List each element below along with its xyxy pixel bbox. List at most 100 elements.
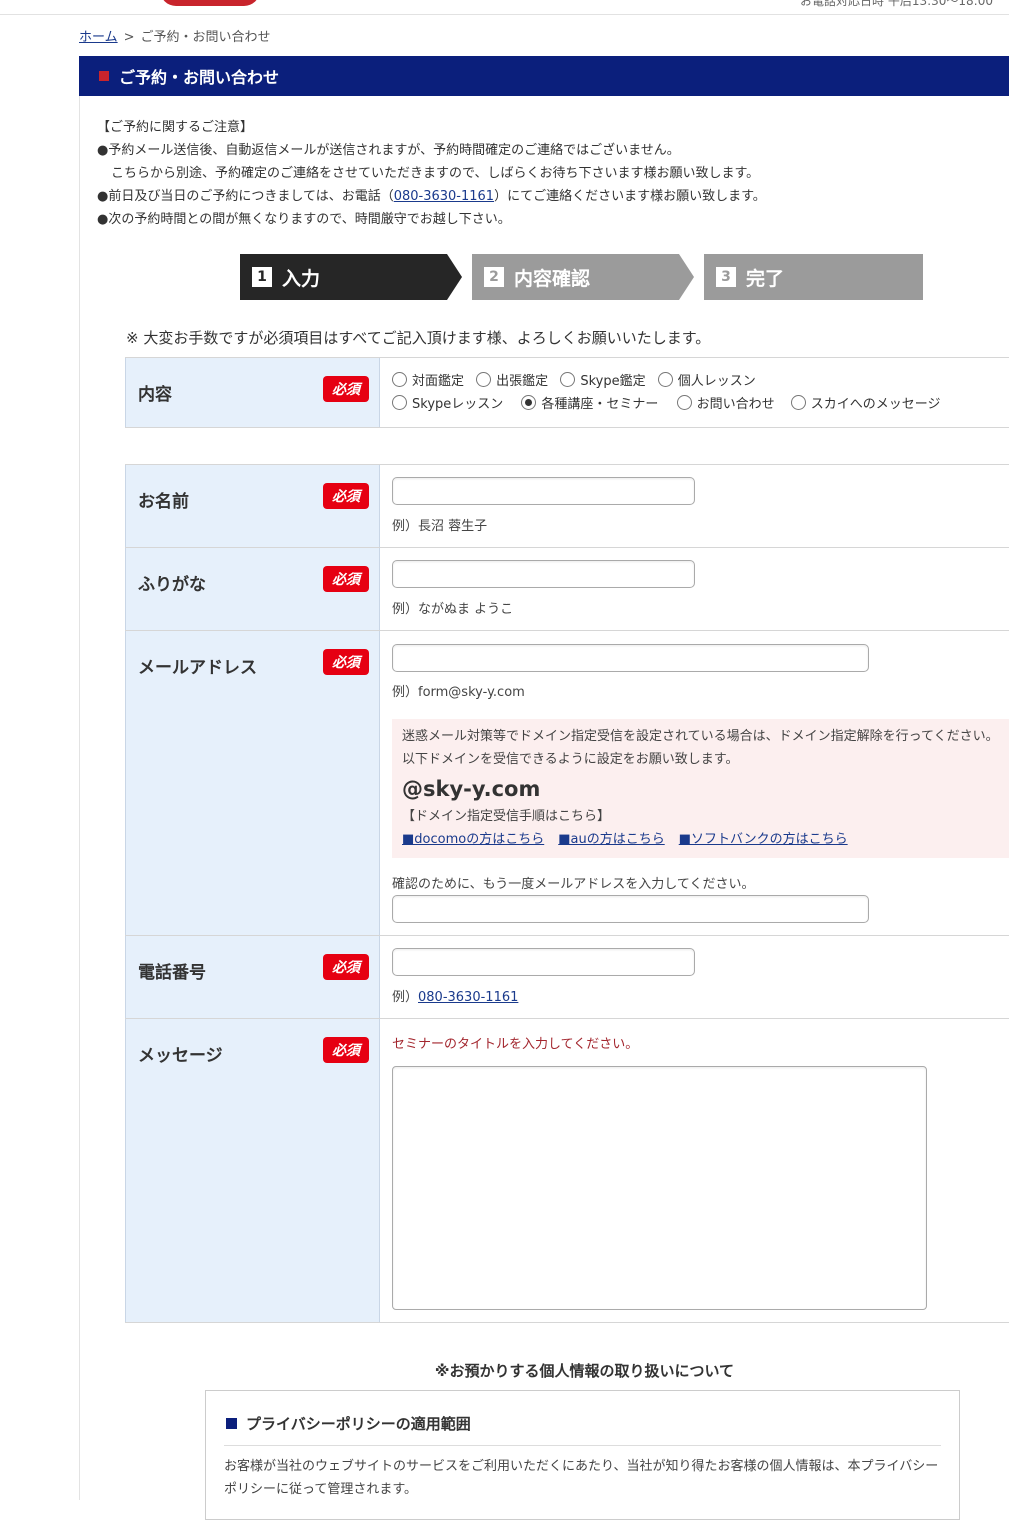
radio-button[interactable] — [392, 372, 407, 387]
privacy-box-title-row: プライバシーポリシーの適用範囲 — [226, 1413, 471, 1434]
field-label-cell: メールアドレス 必須 — [125, 631, 380, 935]
radio-option-skype-lesson[interactable]: Skypeレッスン — [392, 393, 503, 412]
phone-example: 例）080-3630-1161 — [392, 990, 519, 1005]
name-example: 例）長沼 蓉生子 — [392, 519, 488, 534]
required-badge: 必須 — [323, 483, 369, 509]
email-label: メールアドレス — [138, 658, 257, 678]
message-label: メッセージ — [138, 1046, 223, 1066]
radio-button[interactable] — [392, 395, 407, 410]
content-type-label: 内容 — [138, 385, 172, 405]
page-title-bar: ご予約・お問い合わせ — [79, 56, 1009, 96]
message-row: メッセージ 必須 セミナーのタイトルを入力してください。 — [125, 1018, 1009, 1323]
radio-option-seminar[interactable]: 各種講座・セミナー — [521, 393, 658, 412]
radio-button-selected[interactable] — [521, 395, 537, 410]
notice-line-2: こちらから別途、予約確定のご連絡をさせていただきますので、しばらくお待ち下さいま… — [111, 166, 760, 181]
radio-option-visit-reading[interactable]: 出張鑑定 — [476, 370, 548, 389]
email-row: メールアドレス 必須 例）form@sky-y.com 迷惑メール対策等でドメイ… — [125, 630, 1009, 936]
email-example: 例）form@sky-y.com — [392, 685, 525, 700]
content-type-row: 内容 必須 対面鑑定 出張鑑定 Skype鑑定 個人レッスン Skypeレッスン… — [125, 357, 1009, 428]
notice-heading: 【ご予約に関するご注意】 — [97, 120, 254, 135]
field-label-cell: 電話番号 必須 — [125, 936, 380, 1018]
name-input[interactable] — [392, 477, 695, 505]
softbank-link[interactable]: ■ソフトバンクの方はこちら — [679, 832, 848, 847]
name-label: お名前 — [138, 492, 189, 512]
email-field-cell: 例）form@sky-y.com 迷惑メール対策等でドメイン指定受信を設定されて… — [380, 631, 1009, 935]
email-confirm-label: 確認のために、もう一度メールアドレスを入力してください。 — [392, 877, 755, 892]
message-textarea[interactable] — [392, 1066, 927, 1310]
radio-button[interactable] — [790, 395, 806, 410]
radio-button[interactable] — [476, 372, 492, 387]
carrier-links: ■docomoの方はこちら ■auの方はこちら ■ソフトバンクの方はこちら — [402, 828, 1000, 851]
progress-steps: 1 入力 2 内容確認 3 完了 — [240, 254, 940, 300]
privacy-box-text: お客様が当社のウェブサイトのサービスをご利用いただくにあたり、当社が知り得たお客… — [224, 1459, 939, 1497]
phone-row: 電話番号 必須 例）080-3630-1161 — [125, 935, 1009, 1019]
title-square-icon — [99, 71, 109, 81]
privacy-heading: ※お預かりする個人情報の取り扱いについて — [434, 1362, 735, 1380]
page-title: ご予約・お問い合わせ — [119, 68, 280, 87]
step-number: 1 — [252, 267, 272, 287]
radio-option-face-reading[interactable]: 対面鑑定 — [392, 370, 464, 389]
required-fields-note: ※ 大変お手数ですが必須項目はすべてご記入頂けます様、よろしくお願いいたします。 — [126, 329, 711, 347]
square-bullet-icon — [226, 1418, 237, 1429]
radio-button[interactable] — [657, 372, 673, 387]
required-badge: 必須 — [323, 376, 369, 402]
required-badge: 必須 — [323, 566, 369, 592]
reservation-notice: 【ご予約に関するご注意】 ●予約メール送信後、自動返信メールが送信されますが、予… — [97, 116, 766, 231]
radio-option-skype-reading[interactable]: Skype鑑定 — [560, 370, 646, 389]
step-complete: 3 完了 — [704, 254, 923, 300]
phone-label: 電話番号 — [138, 963, 206, 983]
logo-fragment — [160, 0, 260, 6]
phone-input[interactable] — [392, 948, 695, 976]
breadcrumb-home-link[interactable]: ホーム — [79, 30, 118, 45]
radio-button[interactable] — [676, 395, 692, 410]
field-label-cell: メッセージ 必須 — [125, 1019, 380, 1322]
email-confirm-input[interactable] — [392, 895, 869, 923]
field-label-cell: ふりがな 必須 — [125, 548, 380, 630]
required-badge: 必須 — [323, 954, 369, 980]
step-number: 2 — [484, 267, 504, 287]
radio-option-message-to-sky[interactable]: スカイへのメッセージ — [790, 393, 940, 412]
privacy-box-title: プライバシーポリシーの適用範囲 — [246, 1415, 471, 1433]
domain-name: @sky-y.com — [402, 777, 541, 801]
furigana-label: ふりがな — [138, 575, 206, 595]
phone-field-cell: 例）080-3630-1161 — [380, 936, 1009, 1018]
privacy-divider — [224, 1445, 941, 1446]
message-hint: セミナーのタイトルを入力してください。 — [392, 1037, 639, 1052]
notice-line-3: ●前日及び当日のご予約につきましては、お電話（080-3630-1161）にてご… — [97, 189, 766, 204]
phone-example-link[interactable]: 080-3630-1161 — [418, 990, 518, 1005]
radio-group-line-1: 対面鑑定 出張鑑定 Skype鑑定 個人レッスン — [392, 370, 764, 391]
breadcrumb: ホーム > ご予約・お問い合わせ — [79, 26, 271, 45]
top-header-strip: お電話対応日時 午后13:30～18:00 — [0, 0, 1009, 15]
furigana-field-cell: 例）ながぬま ようこ — [380, 548, 1009, 630]
field-label-cell: 内容 必須 — [125, 358, 380, 427]
field-label-cell: お名前 必須 — [125, 465, 380, 547]
radio-option-private-lesson[interactable]: 個人レッスン — [657, 370, 756, 389]
furigana-input[interactable] — [392, 560, 695, 588]
docomo-link[interactable]: ■docomoの方はこちら — [402, 832, 544, 847]
domain-notice-text: 迷惑メール対策等でドメイン指定受信を設定されている場合は、ドメイン指定解除を行っ… — [402, 729, 999, 767]
name-row: お名前 必須 例）長沼 蓉生子 — [125, 464, 1009, 548]
content-left-border — [79, 96, 80, 1500]
procedure-heading: 【ドメイン指定受信手順はこちら】 — [402, 809, 611, 824]
step-label: 入力 — [282, 267, 321, 290]
radio-group-line-2: Skypeレッスン 各種講座・セミナー お問い合わせ スカイへのメッセージ — [392, 393, 948, 414]
furigana-row: ふりがな 必須 例）ながぬま ようこ — [125, 547, 1009, 631]
au-link[interactable]: ■auの方はこちら — [558, 832, 665, 847]
radio-button[interactable] — [560, 372, 576, 387]
name-field-cell: 例）長沼 蓉生子 — [380, 465, 1009, 547]
step-number: 3 — [716, 267, 736, 287]
notice-phone-link[interactable]: 080-3630-1161 — [394, 189, 494, 204]
business-hours: お電話対応日時 午后13:30～18:00 — [800, 0, 993, 8]
breadcrumb-separator: > — [123, 30, 135, 45]
step-label: 完了 — [746, 267, 785, 290]
radio-option-inquiry[interactable]: お問い合わせ — [676, 393, 775, 412]
email-input[interactable] — [392, 644, 869, 672]
notice-line-4: ●次の予約時間との間が無くなりますので、時間厳守でお越し下さい。 — [97, 212, 511, 227]
step-label: 内容確認 — [514, 267, 591, 290]
step-input: 1 入力 — [240, 254, 462, 300]
privacy-policy-box[interactable]: プライバシーポリシーの適用範囲 お客様が当社のウェブサイトのサービスをご利用いた… — [205, 1390, 960, 1520]
step-confirm: 2 内容確認 — [472, 254, 694, 300]
notice-line-1: ●予約メール送信後、自動返信メールが送信されますが、予約時間確定のご連絡ではござ… — [97, 143, 680, 158]
domain-notice-box: 迷惑メール対策等でドメイン指定受信を設定されている場合は、ドメイン指定解除を行っ… — [392, 719, 1009, 858]
required-badge: 必須 — [323, 649, 369, 675]
